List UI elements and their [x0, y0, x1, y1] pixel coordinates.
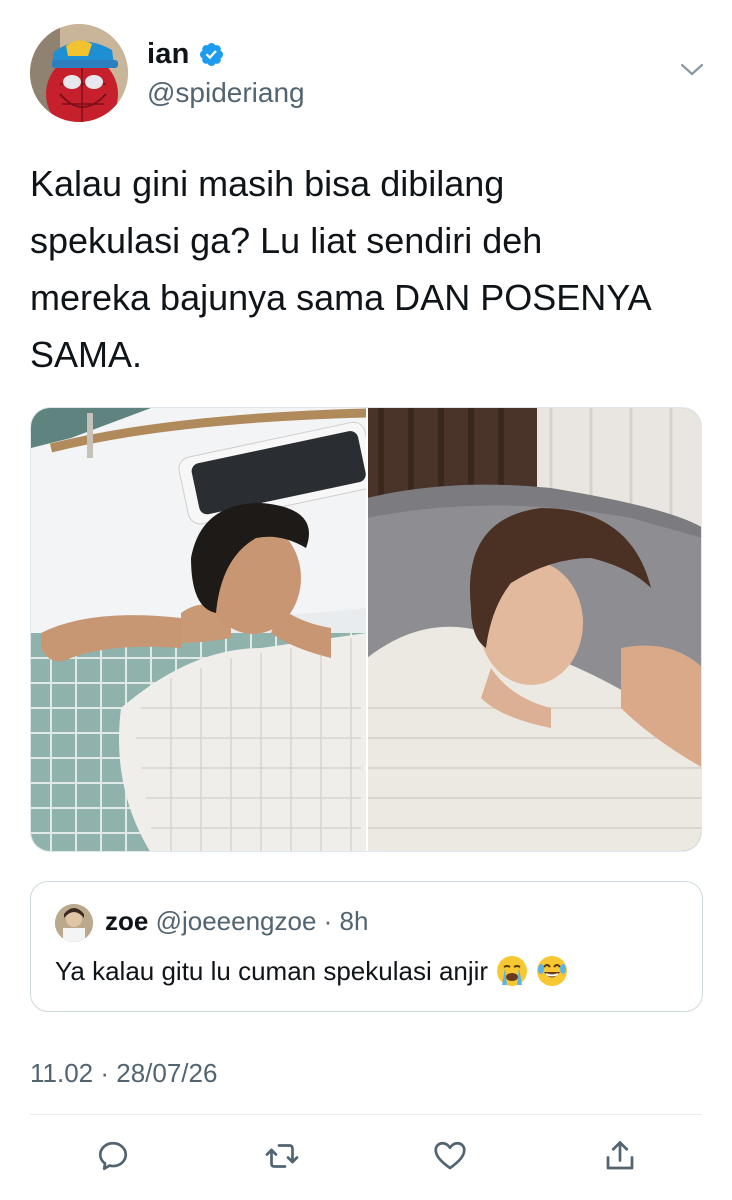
author-avatar[interactable]	[30, 24, 128, 122]
tweet-text-line: spekulasi ga? Lu liat sendiri deh	[30, 220, 543, 261]
share-icon	[606, 1141, 634, 1170]
like-icon	[434, 1141, 466, 1170]
like-button[interactable]	[430, 1136, 470, 1176]
retweet-icon	[265, 1144, 299, 1168]
divider	[30, 1114, 702, 1115]
chevron-down-icon[interactable]	[680, 62, 704, 78]
quoted-display-name[interactable]: zoe	[105, 906, 148, 936]
author-handle[interactable]: @spideriang	[147, 77, 305, 109]
tweet-text: Kalau gini masih bisa dibilang spekulasi…	[30, 155, 710, 383]
loudly-crying-face-icon	[497, 956, 528, 986]
quoted-header: zoe @joeeengzoe · 8h	[105, 906, 368, 937]
photo-right[interactable]	[367, 408, 702, 852]
face-with-tears-of-joy-icon	[537, 956, 568, 986]
quoted-handle-time: @joeeengzoe · 8h	[148, 906, 369, 936]
retweet-button[interactable]	[262, 1136, 302, 1176]
reply-icon	[98, 1141, 128, 1171]
reply-button[interactable]	[93, 1136, 133, 1176]
tweet-text-line: Kalau gini masih bisa dibilang	[30, 163, 505, 204]
author-display-name[interactable]: ian	[147, 38, 190, 71]
tweet-timestamp[interactable]: 11.02 · 28/07/26	[30, 1058, 217, 1089]
verified-badge-icon	[199, 42, 223, 67]
quoted-tweet[interactable]: zoe @joeeengzoe · 8h Ya kalau gitu lu cu…	[30, 881, 703, 1012]
author-name-row[interactable]: ian	[147, 38, 225, 71]
tweet-media[interactable]	[30, 407, 702, 852]
tweet-text-line: SAMA.	[30, 334, 143, 375]
quoted-text: Ya kalau gitu lu cuman spekulasi anjir	[55, 955, 489, 986]
photo-left[interactable]	[31, 408, 377, 852]
quoted-text-row: Ya kalau gitu lu cuman spekulasi anjir	[55, 955, 568, 987]
quoted-avatar[interactable]	[55, 904, 93, 942]
tweet-text-line: mereka bajunya sama DAN POSENYA	[30, 277, 652, 318]
share-button[interactable]	[600, 1136, 640, 1176]
